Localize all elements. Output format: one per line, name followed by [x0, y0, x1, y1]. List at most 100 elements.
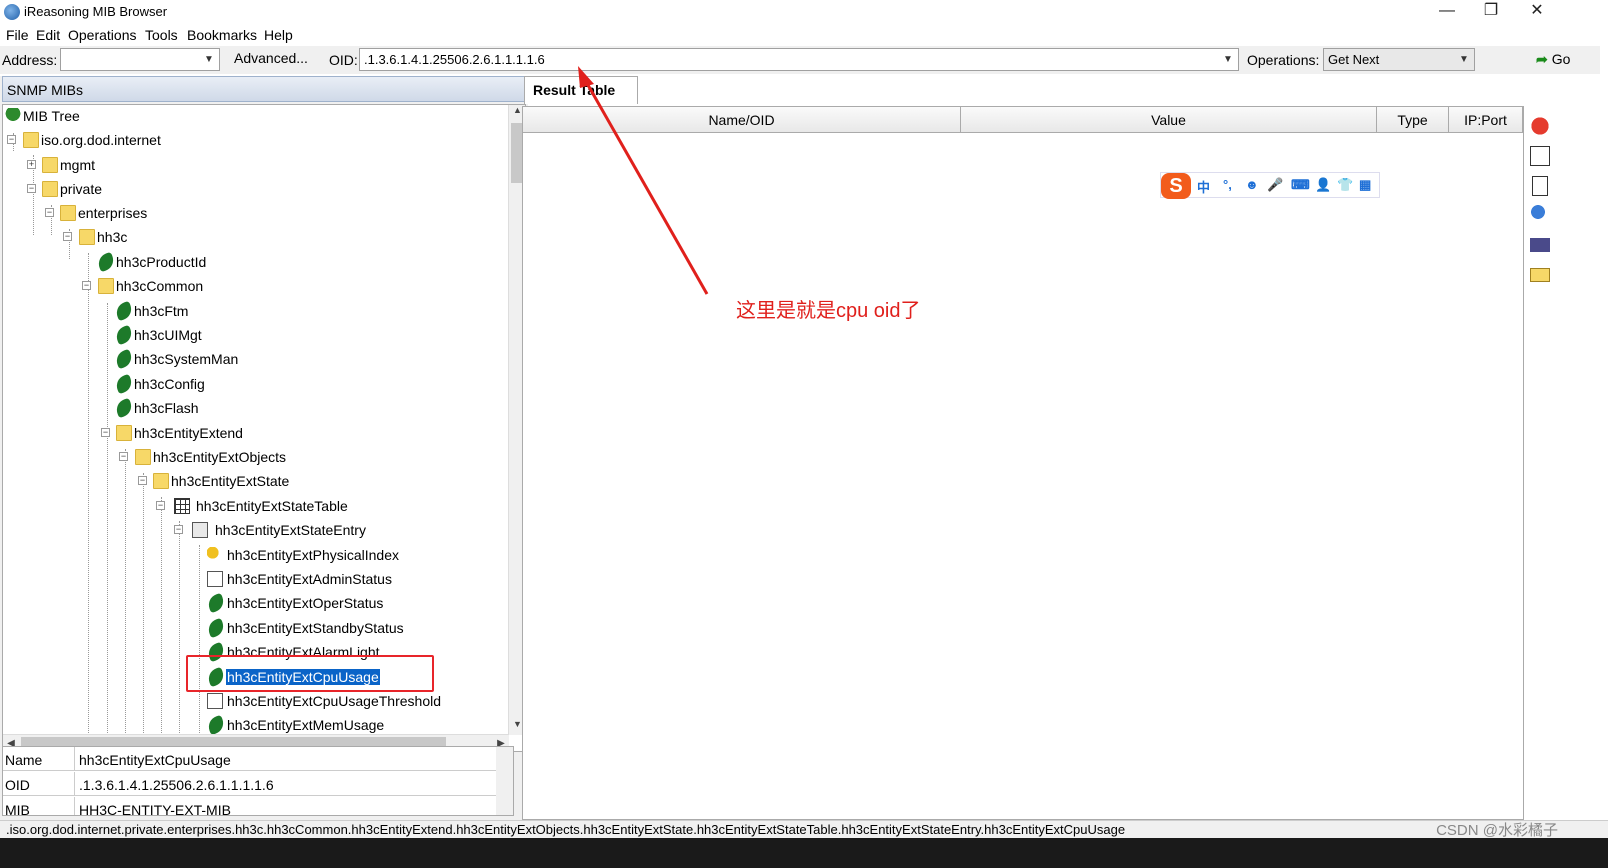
- ime-menu-icon[interactable]: ▦: [1359, 177, 1371, 193]
- menu-bookmarks[interactable]: Bookmarks: [187, 27, 257, 43]
- ime-user-icon[interactable]: 👤: [1315, 177, 1331, 193]
- collapse-icon[interactable]: −: [63, 232, 72, 241]
- tree-node-label: enterprises: [78, 205, 148, 221]
- edit-icon: [207, 571, 223, 587]
- tree-icon: [5, 108, 21, 124]
- tree-guide-line: [125, 449, 126, 751]
- address-combo[interactable]: ▼: [60, 48, 220, 71]
- tree-guide-line: [199, 545, 200, 751]
- folder-icon: [98, 278, 114, 294]
- tab-result-table[interactable]: Result Table: [524, 76, 638, 104]
- details-scrollbar[interactable]: [496, 747, 513, 815]
- tree-guide-line: [179, 521, 180, 751]
- search-icon[interactable]: [1530, 204, 1550, 224]
- details-row-mib: MIB HH3C-ENTITY-EXT-MIB: [3, 797, 497, 815]
- tree-guide-line: [88, 253, 89, 751]
- leaf-icon: [113, 324, 135, 346]
- collapse-icon[interactable]: −: [101, 428, 110, 437]
- operations-value: Get Next: [1328, 52, 1380, 67]
- leaf-icon: [205, 592, 227, 614]
- details-key: MIB: [3, 797, 75, 815]
- collapse-icon[interactable]: −: [156, 501, 165, 510]
- ime-voice-icon[interactable]: 🎤: [1267, 177, 1283, 193]
- menu-help[interactable]: Help: [264, 27, 293, 43]
- tree-node-label: hh3cFtm: [134, 303, 189, 319]
- tree-node-label: hh3cEntityExtOperStatus: [227, 595, 384, 611]
- tree-node-label: hh3cEntityExtMemUsage: [227, 717, 385, 733]
- menu-bar: File Edit Operations Tools Bookmarks Hel…: [0, 24, 1608, 46]
- open-folder-icon[interactable]: [1530, 268, 1550, 282]
- ime-toolbar[interactable]: S 中 °, ☻ 🎤 ⌨ 👤 👕 ▦: [1160, 172, 1380, 199]
- column-header-value[interactable]: Value: [961, 107, 1377, 133]
- tree-node-label: hh3cConfig: [134, 376, 205, 392]
- tree-node-label: iso.org.dod.internet: [41, 132, 161, 148]
- tree-node-label: hh3cEntityExtState: [171, 473, 290, 489]
- expand-icon[interactable]: +: [27, 160, 36, 169]
- tree-node-label: hh3cEntityExtStandbyStatus: [227, 620, 404, 636]
- tree-node-label: hh3cEntityExtPhysicalIndex: [227, 547, 399, 563]
- tree-node-label: MIB Tree: [23, 108, 80, 124]
- operations-label: Operations:: [1247, 52, 1320, 68]
- column-header-type[interactable]: Type: [1377, 107, 1449, 133]
- details-key: Name: [3, 747, 75, 771]
- close-button[interactable]: ✕: [1514, 0, 1560, 24]
- tree-node-label: private: [60, 181, 103, 197]
- go-label: Go: [1551, 51, 1571, 67]
- mib-details-table: Name hh3cEntityExtCpuUsage OID .1.3.6.1.…: [2, 746, 514, 816]
- folder-icon: [23, 132, 39, 148]
- chevron-down-icon[interactable]: ▼: [1220, 51, 1236, 68]
- menu-edit[interactable]: Edit: [36, 27, 60, 43]
- folder-icon: [60, 205, 76, 221]
- tree-node-label: hh3cEntityExtStateEntry: [215, 522, 366, 538]
- collapse-icon[interactable]: −: [7, 135, 16, 144]
- title-bar: iReasoning MIB Browser — ❐ ✕: [0, 0, 1608, 24]
- tree-node-label: hh3cEntityExtObjects: [153, 449, 287, 465]
- leaf-icon: [113, 373, 135, 395]
- leaf-icon: [205, 714, 227, 736]
- folder-icon: [42, 181, 58, 197]
- folder-icon: [42, 157, 58, 173]
- ime-punctuation[interactable]: °,: [1223, 177, 1232, 192]
- chevron-down-icon[interactable]: ▼: [1456, 51, 1472, 68]
- oid-combo[interactable]: .1.3.6.1.4.1.25506.2.6.1.1.1.1.6 ▼: [359, 48, 1239, 71]
- go-arrow-icon: ➦: [1536, 51, 1548, 67]
- collapse-icon[interactable]: −: [27, 184, 36, 193]
- chevron-down-icon[interactable]: ▼: [201, 51, 217, 68]
- ime-keyboard-icon[interactable]: ⌨: [1291, 177, 1310, 193]
- clear-table-icon[interactable]: [1530, 146, 1550, 166]
- leaf-icon: [205, 617, 227, 639]
- export-icon[interactable]: [1530, 238, 1550, 252]
- address-toolbar: Address: ▼ Advanced... OID: .1.3.6.1.4.1…: [0, 46, 1600, 74]
- os-taskbar: [0, 838, 1608, 868]
- collapse-icon[interactable]: −: [119, 452, 128, 461]
- column-header-name-oid[interactable]: Name/OID: [523, 107, 961, 133]
- document-icon[interactable]: [1532, 176, 1548, 196]
- leaf-icon: [113, 300, 135, 322]
- menu-tools[interactable]: Tools: [145, 27, 178, 43]
- go-button[interactable]: ➦ Go: [1530, 48, 1590, 71]
- menu-operations[interactable]: Operations: [68, 27, 136, 43]
- collapse-icon[interactable]: −: [82, 281, 91, 290]
- sogou-logo-icon[interactable]: S: [1161, 173, 1191, 199]
- ime-chinese-mode[interactable]: 中: [1197, 177, 1210, 196]
- highlight-box: [186, 655, 434, 692]
- maximize-button[interactable]: ❐: [1468, 0, 1514, 24]
- leaf-icon: [113, 348, 135, 370]
- entry-icon: [192, 522, 208, 538]
- advanced-button[interactable]: Advanced...: [234, 50, 308, 66]
- collapse-icon[interactable]: −: [174, 525, 183, 534]
- ime-skin-icon[interactable]: 👕: [1337, 177, 1353, 193]
- minimize-button[interactable]: —: [1424, 0, 1470, 24]
- operations-select[interactable]: Get Next ▼: [1323, 48, 1475, 71]
- details-row-name: Name hh3cEntityExtCpuUsage: [3, 747, 497, 771]
- folder-icon: [135, 449, 151, 465]
- collapse-icon[interactable]: −: [45, 208, 54, 217]
- app-globe-icon: [4, 4, 20, 20]
- details-key: OID: [3, 772, 75, 796]
- tree-guide-line: [143, 473, 144, 751]
- menu-file[interactable]: File: [6, 27, 29, 43]
- ime-emoji-icon[interactable]: ☻: [1245, 177, 1259, 192]
- collapse-icon[interactable]: −: [138, 476, 147, 485]
- stop-icon[interactable]: [1530, 116, 1550, 136]
- column-header-ip-port[interactable]: IP:Port: [1449, 107, 1523, 133]
